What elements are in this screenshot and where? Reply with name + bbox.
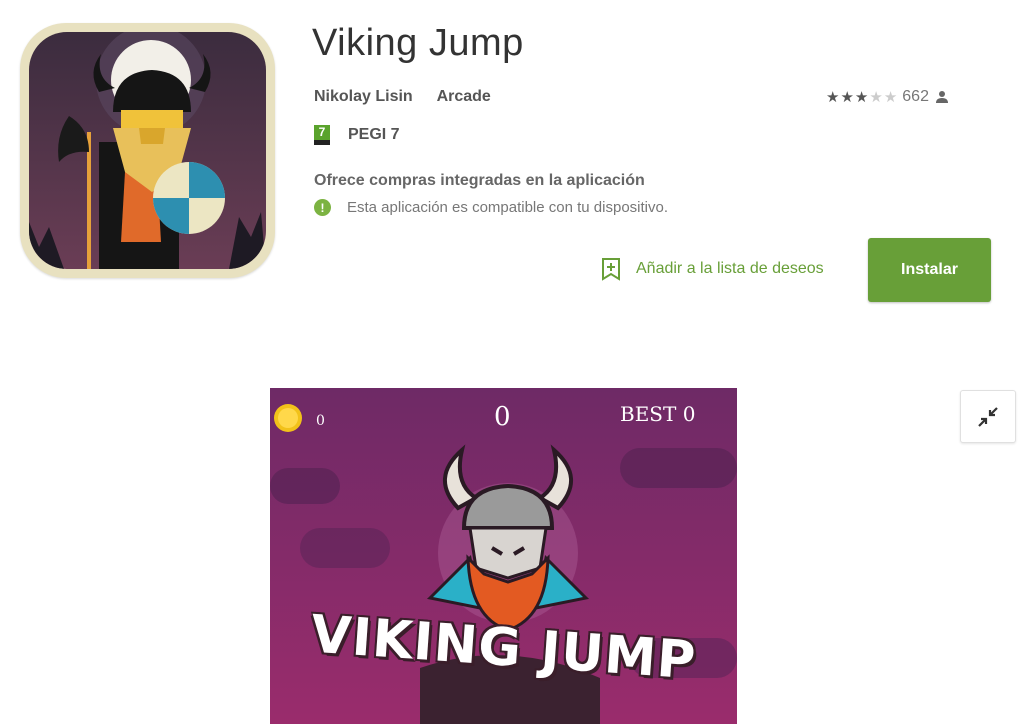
app-meta: Nikolay Lisin Arcade [314, 88, 511, 106]
person-icon [935, 91, 948, 103]
in-app-purchases-notice: Ofrece compras integradas en la aplicaci… [314, 172, 645, 189]
app-icon [20, 23, 275, 278]
add-to-wishlist-button[interactable]: Añadir a la lista de deseos [600, 257, 824, 281]
half-star-icon: ★ [854, 89, 870, 106]
best-score: BEST 0 [620, 402, 696, 426]
rating-summary: ★★★★★ 662 [826, 88, 949, 106]
content-rating: 7 PEGI 7 [314, 125, 400, 145]
collapse-icon [978, 406, 998, 427]
star-rating: ★★★★★ [826, 88, 898, 106]
empty-star-icon: ★ [869, 89, 884, 106]
bookmark-add-icon [602, 258, 620, 281]
screenshot-preview[interactable]: 0 0 BEST 0 VIKING JUMP [270, 388, 737, 724]
pegi-label: PEGI 7 [348, 126, 400, 143]
empty-star-icon: ★ [883, 89, 899, 106]
app-title: Viking Jump [312, 22, 524, 64]
star-icon: ★ [826, 89, 841, 106]
compatibility-notice: ! Esta aplicación es compatible con tu d… [314, 199, 668, 216]
viking-app-artwork [29, 32, 266, 269]
wishlist-label: Añadir a la lista de deseos [636, 260, 824, 277]
coin-counter: 0 [316, 413, 325, 429]
collapse-button[interactable] [960, 390, 1016, 443]
developer-link[interactable]: Nikolay Lisin [314, 88, 413, 105]
score-display: 0 [494, 402, 511, 432]
rating-count: 662 [902, 88, 929, 105]
star-icon: ★ [840, 89, 855, 106]
info-icon: ! [314, 199, 331, 216]
category-link[interactable]: Arcade [437, 88, 491, 105]
pegi-badge-icon: 7 [314, 125, 330, 145]
install-button[interactable]: Instalar [868, 238, 991, 302]
compatibility-text: Esta aplicación es compatible con tu dis… [347, 199, 669, 216]
